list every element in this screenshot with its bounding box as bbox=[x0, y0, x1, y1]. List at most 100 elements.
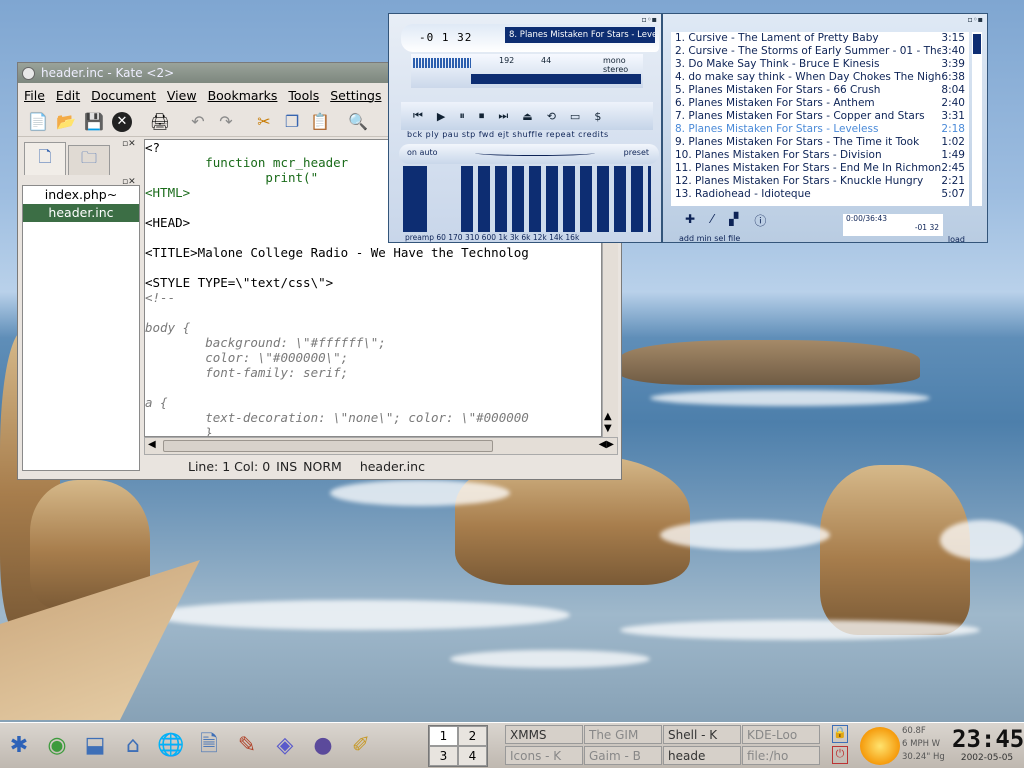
next-icon[interactable]: ⏭ bbox=[498, 109, 508, 123]
song-title[interactable]: 8. Planes Mistaken For Stars - Leveless bbox=[505, 27, 655, 43]
menu-document[interactable]: Document bbox=[91, 88, 156, 103]
track-title: 6. Planes Mistaken For Stars - Anthem bbox=[675, 97, 875, 109]
pager-desktop-2[interactable]: 2 bbox=[458, 726, 487, 746]
xmms-window-buttons[interactable]: ▫◦▪ bbox=[641, 15, 657, 24]
menu-file[interactable]: File bbox=[24, 88, 45, 103]
monitor-icon[interactable]: ● bbox=[304, 727, 342, 765]
home-icon[interactable]: ⌂ bbox=[114, 727, 152, 765]
paste-icon[interactable]: 📋 bbox=[308, 110, 332, 134]
spectrum-analyzer[interactable] bbox=[413, 58, 471, 68]
save-icon[interactable]: 💾 bbox=[82, 110, 106, 134]
credits-icon[interactable]: $ bbox=[594, 110, 601, 123]
list-item[interactable]: header.inc bbox=[23, 204, 139, 222]
xmms-launcher-icon[interactable]: ◈ bbox=[266, 727, 304, 765]
eject-icon[interactable]: ⏏ bbox=[522, 110, 532, 123]
desktop-icon[interactable]: ⬓ bbox=[76, 727, 114, 765]
pager-desktop-1[interactable]: 1 bbox=[429, 726, 458, 746]
taskbar-task[interactable]: The GIM bbox=[584, 725, 662, 744]
playlist-scrollbar[interactable] bbox=[972, 32, 982, 206]
eq-preamp-slider[interactable] bbox=[403, 166, 427, 232]
previous-icon[interactable]: ⏮ bbox=[413, 109, 423, 123]
code-line: } bbox=[145, 425, 213, 437]
playlist-item[interactable]: 9. Planes Mistaken For Stars - The Time … bbox=[671, 136, 969, 149]
pager-desktop-4[interactable]: 4 bbox=[458, 746, 487, 766]
taskbar-task[interactable]: heade bbox=[663, 746, 741, 765]
menu-bookmarks[interactable]: Bookmarks bbox=[208, 88, 278, 103]
menu-edit[interactable]: Edit bbox=[56, 88, 80, 103]
file-info-icon[interactable]: ⓘ bbox=[754, 212, 766, 232]
weather-sun-icon[interactable] bbox=[860, 727, 900, 765]
playlist-item[interactable]: 1. Cursive - The Lament of Pretty Baby 3:… bbox=[671, 32, 969, 45]
new-file-icon[interactable]: 📄 bbox=[26, 110, 50, 134]
copy-icon[interactable]: ❐ bbox=[280, 110, 304, 134]
taskbar-task[interactable]: file:/ho bbox=[742, 746, 820, 765]
cut-icon[interactable]: ✂ bbox=[252, 110, 276, 134]
open-folder-icon[interactable]: 📂 bbox=[54, 110, 78, 134]
taskbar-task[interactable]: KDE-Loo bbox=[742, 725, 820, 744]
scrollbar-thumb[interactable] bbox=[163, 440, 493, 452]
undo-icon[interactable]: ↶ bbox=[186, 110, 210, 134]
select-icon[interactable]: ▞ bbox=[729, 212, 738, 232]
seek-bar[interactable] bbox=[471, 74, 641, 84]
playlist-item[interactable]: 6. Planes Mistaken For Stars - Anthem 2:4… bbox=[671, 97, 969, 110]
taskbar-task[interactable]: Shell - K bbox=[663, 725, 741, 744]
scroll-left-icon[interactable]: ◀ bbox=[148, 439, 156, 450]
scroll-arrows-icon[interactable]: ▲ ▼ bbox=[604, 411, 612, 435]
track-title: 7. Planes Mistaken For Stars - Copper an… bbox=[675, 110, 925, 122]
taskbar-task[interactable]: XMMS bbox=[505, 725, 583, 744]
redo-icon[interactable]: ↷ bbox=[214, 110, 238, 134]
kde-menu-icon[interactable]: ✱ bbox=[0, 727, 38, 765]
gimp-icon[interactable]: ✎ bbox=[228, 727, 266, 765]
pause-icon[interactable]: ⏸ bbox=[459, 109, 465, 123]
playlist-window-buttons[interactable]: ▫◦▪ bbox=[967, 15, 983, 24]
shuffle-icon[interactable]: ⟲ bbox=[547, 110, 556, 123]
playlist-item[interactable]: 10. Planes Mistaken For Stars - Division… bbox=[671, 149, 969, 162]
playlist-item[interactable]: 11. Planes Mistaken For Stars - End Me I… bbox=[671, 162, 969, 175]
find-icon[interactable]: 🔍 bbox=[346, 110, 370, 134]
clock[interactable]: 23:45 2002-05-05 bbox=[952, 725, 1024, 767]
dock-button[interactable]: ▫✕ bbox=[122, 139, 136, 149]
menu-tools[interactable]: Tools bbox=[288, 88, 319, 103]
selection-mode: NORM bbox=[303, 459, 342, 474]
add-icon[interactable]: ✚ bbox=[685, 212, 695, 232]
filelist-tab[interactable]: 🗋 bbox=[24, 142, 66, 175]
list-item[interactable]: index.php~ bbox=[23, 186, 139, 204]
remove-icon[interactable]: ⁄ bbox=[711, 212, 713, 232]
lock-icon[interactable]: 🔒 bbox=[832, 725, 848, 743]
text-editor-icon[interactable]: 🗎 bbox=[190, 727, 228, 765]
web-browser-icon[interactable]: 🌐 bbox=[152, 727, 190, 765]
konqueror-icon[interactable]: ◉ bbox=[38, 727, 76, 765]
stop-icon[interactable]: ⏹ bbox=[479, 109, 485, 123]
playlist-item[interactable]: 2. Cursive - The Storms of Early Summer … bbox=[671, 45, 969, 58]
taskbar-task[interactable]: Gaim - B bbox=[584, 746, 662, 765]
playlist-load-button[interactable]: load bbox=[948, 235, 965, 244]
close-icon[interactable]: ✕ bbox=[110, 110, 134, 134]
playlist-item[interactable]: 4. do make say think - When Day Chokes T… bbox=[671, 71, 969, 84]
playlist-item[interactable]: 3. Do Make Say Think - Bruce E Kinesis 3:… bbox=[671, 58, 969, 71]
menu-settings[interactable]: Settings bbox=[330, 88, 381, 103]
horizontal-scrollbar[interactable]: ◀ ◀▶ bbox=[144, 437, 618, 455]
eq-on-auto[interactable]: on auto bbox=[407, 148, 438, 157]
eq-preset-button[interactable]: preset bbox=[624, 148, 649, 157]
file-browser-tab[interactable]: 🗀 bbox=[68, 145, 110, 175]
playlist-item[interactable]: 13. Radiohead - Idioteque 5:07 bbox=[671, 188, 969, 201]
samplerate: 44 bbox=[541, 56, 552, 65]
tools-icon[interactable]: ✐ bbox=[342, 727, 380, 765]
eq-band-sliders[interactable] bbox=[461, 166, 651, 232]
kate-window-icon[interactable] bbox=[22, 66, 35, 80]
playlist-item[interactable]: 8. Planes Mistaken For Stars - Leveless 2… bbox=[671, 123, 969, 136]
taskbar-task[interactable]: Icons - K bbox=[505, 746, 583, 765]
scroll-right-icon[interactable]: ◀▶ bbox=[599, 439, 614, 450]
track-duration: 2:18 bbox=[941, 123, 965, 135]
repeat-icon[interactable]: ▭ bbox=[570, 110, 580, 123]
playlist-item[interactable]: 7. Planes Mistaken For Stars - Copper an… bbox=[671, 110, 969, 123]
track-duration: 3:39 bbox=[941, 58, 965, 70]
pager-desktop-3[interactable]: 3 bbox=[429, 746, 458, 766]
playlist-item[interactable]: 5. Planes Mistaken For Stars - 66 Crush 8… bbox=[671, 84, 969, 97]
logout-icon[interactable]: ⏻ bbox=[832, 746, 848, 764]
playlist[interactable]: 1. Cursive - The Lament of Pretty Baby 3:… bbox=[671, 32, 969, 206]
print-icon[interactable]: 🖨 bbox=[148, 110, 172, 134]
menu-view[interactable]: View bbox=[167, 88, 197, 103]
play-icon[interactable]: ▶ bbox=[437, 110, 445, 123]
playlist-item[interactable]: 12. Planes Mistaken For Stars - Knuckle … bbox=[671, 175, 969, 188]
